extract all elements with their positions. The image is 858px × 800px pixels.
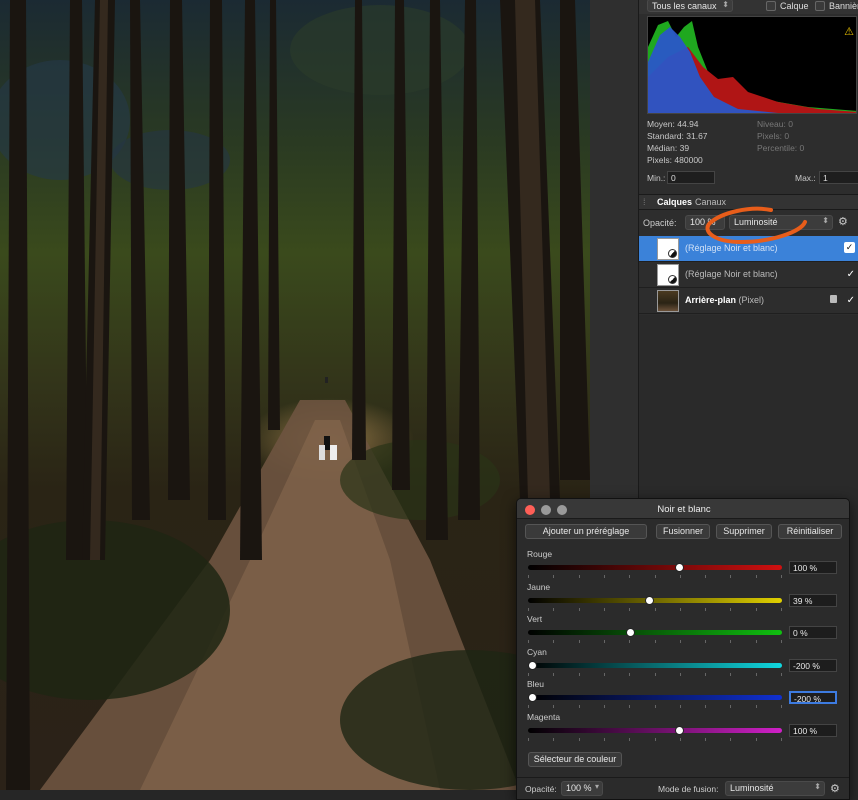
layers-opacity-label: Opacité:: [643, 218, 677, 228]
slider-label: Rouge: [527, 549, 553, 559]
dialog-titlebar[interactable]: Noir et blanc: [517, 499, 849, 519]
max-field[interactable]: 1: [819, 171, 858, 184]
warning-icon: ⚠: [844, 26, 854, 38]
slider-knob[interactable]: [528, 660, 537, 670]
footer-blend-label: Mode de fusion:: [658, 784, 719, 794]
min-field[interactable]: 0: [667, 171, 715, 184]
layer-thumbnail: [657, 238, 679, 260]
slider-ticks: [528, 571, 782, 578]
slider-knob[interactable]: [528, 693, 537, 702]
stat-pixels: Pixels: 480000: [647, 155, 703, 165]
footer-blend-value: Luminosité: [730, 783, 774, 793]
layer-thumbnail: [657, 264, 679, 286]
stat-percentile: Percentile: 0: [757, 143, 805, 153]
slider-track[interactable]: [528, 597, 782, 603]
slider-track[interactable]: [528, 630, 782, 635]
visibility-checkbox[interactable]: ✓: [844, 242, 855, 253]
slider-ticks: [528, 604, 782, 611]
channel-select[interactable]: Tous les canaux ⬍: [647, 0, 733, 12]
slider-ticks: [528, 636, 782, 643]
layer-checkbox-label: Calque: [780, 1, 809, 11]
stepper-icon: ⬍: [722, 0, 729, 9]
slider-knob[interactable]: [675, 563, 684, 572]
delete-button[interactable]: Supprimer: [716, 524, 772, 539]
slider-value-field[interactable]: 39 %: [789, 593, 837, 607]
reset-button[interactable]: Réinitialiser: [778, 524, 842, 539]
slider-track[interactable]: [528, 695, 782, 700]
layer-name: Arrière-plan (Pixel): [685, 295, 765, 305]
color-picker-button[interactable]: Sélecteur de couleur: [528, 752, 622, 767]
adjustment-icon: [668, 275, 677, 284]
layer-name: (Réglage Noir et blanc): [685, 269, 778, 279]
histogram-plot: [648, 21, 856, 113]
slider-value-field[interactable]: -200 %: [789, 658, 837, 672]
forest-photo: [0, 0, 590, 790]
slider-knob[interactable]: [675, 725, 684, 735]
black-white-dialog: Noir et blanc Ajouter un préréglage Fusi…: [516, 498, 850, 800]
slider-ticks: [528, 669, 782, 676]
image-canvas[interactable]: [0, 0, 590, 790]
visibility-checkbox[interactable]: ✓: [847, 295, 855, 306]
banner-checkbox[interactable]: [815, 1, 825, 11]
slider-value-field[interactable]: 100 %: [789, 723, 837, 737]
channel-select-value: Tous les canaux: [652, 1, 717, 11]
lock-icon[interactable]: [830, 295, 837, 303]
slider-ticks: [528, 701, 782, 708]
footer-opacity-label: Opacité:: [525, 784, 557, 794]
slider-label: Bleu: [527, 679, 545, 689]
grip-icon: ⁞: [643, 197, 646, 207]
layer-thumbnail: [657, 290, 679, 312]
slider-knob[interactable]: [626, 628, 635, 637]
histogram-graph: ⚠: [647, 16, 857, 114]
slider-value-field[interactable]: 0 %: [789, 626, 837, 639]
slider-label: Jaune: [527, 581, 551, 592]
slider-value-field[interactable]: 100 %: [789, 561, 837, 574]
layer-row[interactable]: Arrière-plan (Pixel) ✓: [639, 288, 858, 314]
stepper-icon: ⬍: [814, 782, 821, 791]
footer-opacity-value: 100 %: [566, 783, 592, 793]
add-preset-button[interactable]: Ajouter un préréglage: [525, 524, 647, 539]
stat-mean: Moyen: 44.94: [647, 119, 699, 129]
layer-checkbox[interactable]: [766, 1, 776, 11]
max-label: Max.:: [795, 173, 816, 183]
visibility-checkbox[interactable]: ✓: [847, 269, 855, 280]
gear-icon[interactable]: ⚙: [838, 215, 848, 228]
slider-label: Cyan: [527, 646, 547, 657]
tab-layers[interactable]: Calques: [657, 197, 692, 207]
slider-ticks: [528, 734, 782, 741]
layer-row[interactable]: (Réglage Noir et blanc) ✓: [639, 262, 858, 288]
slider-track[interactable]: [528, 727, 782, 733]
stepper-icon: ⬍: [822, 216, 829, 225]
slider-track[interactable]: [528, 662, 782, 668]
min-label: Min.:: [647, 173, 666, 183]
banner-checkbox-label: Bannière: [829, 1, 858, 11]
dialog-footer: Opacité: 100 % ▾ Mode de fusion: Luminos…: [517, 777, 849, 799]
adjustment-icon: [668, 249, 677, 258]
stat-pixels-level: Pixels: 0: [757, 131, 790, 141]
slider-knob[interactable]: [645, 595, 655, 605]
slider-label: Vert: [527, 614, 543, 624]
slider-label: Magenta: [527, 711, 561, 722]
slider-track[interactable]: [528, 565, 782, 570]
footer-opacity-select[interactable]: 100 % ▾: [561, 781, 603, 796]
slider-value-field[interactable]: -200 %: [789, 691, 837, 704]
stat-level: Niveau: 0: [757, 119, 793, 129]
chevron-down-icon: ▾: [594, 782, 599, 791]
annotation-circle: [705, 206, 807, 245]
merge-button[interactable]: Fusionner: [656, 524, 710, 539]
stat-std: Standard: 31.67: [647, 131, 708, 141]
dialog-title: Noir et blanc: [657, 504, 711, 515]
stat-median: Médian: 39: [647, 143, 690, 153]
footer-blend-select[interactable]: Luminosité ⬍: [725, 781, 825, 796]
gear-icon[interactable]: ⚙: [830, 782, 840, 795]
